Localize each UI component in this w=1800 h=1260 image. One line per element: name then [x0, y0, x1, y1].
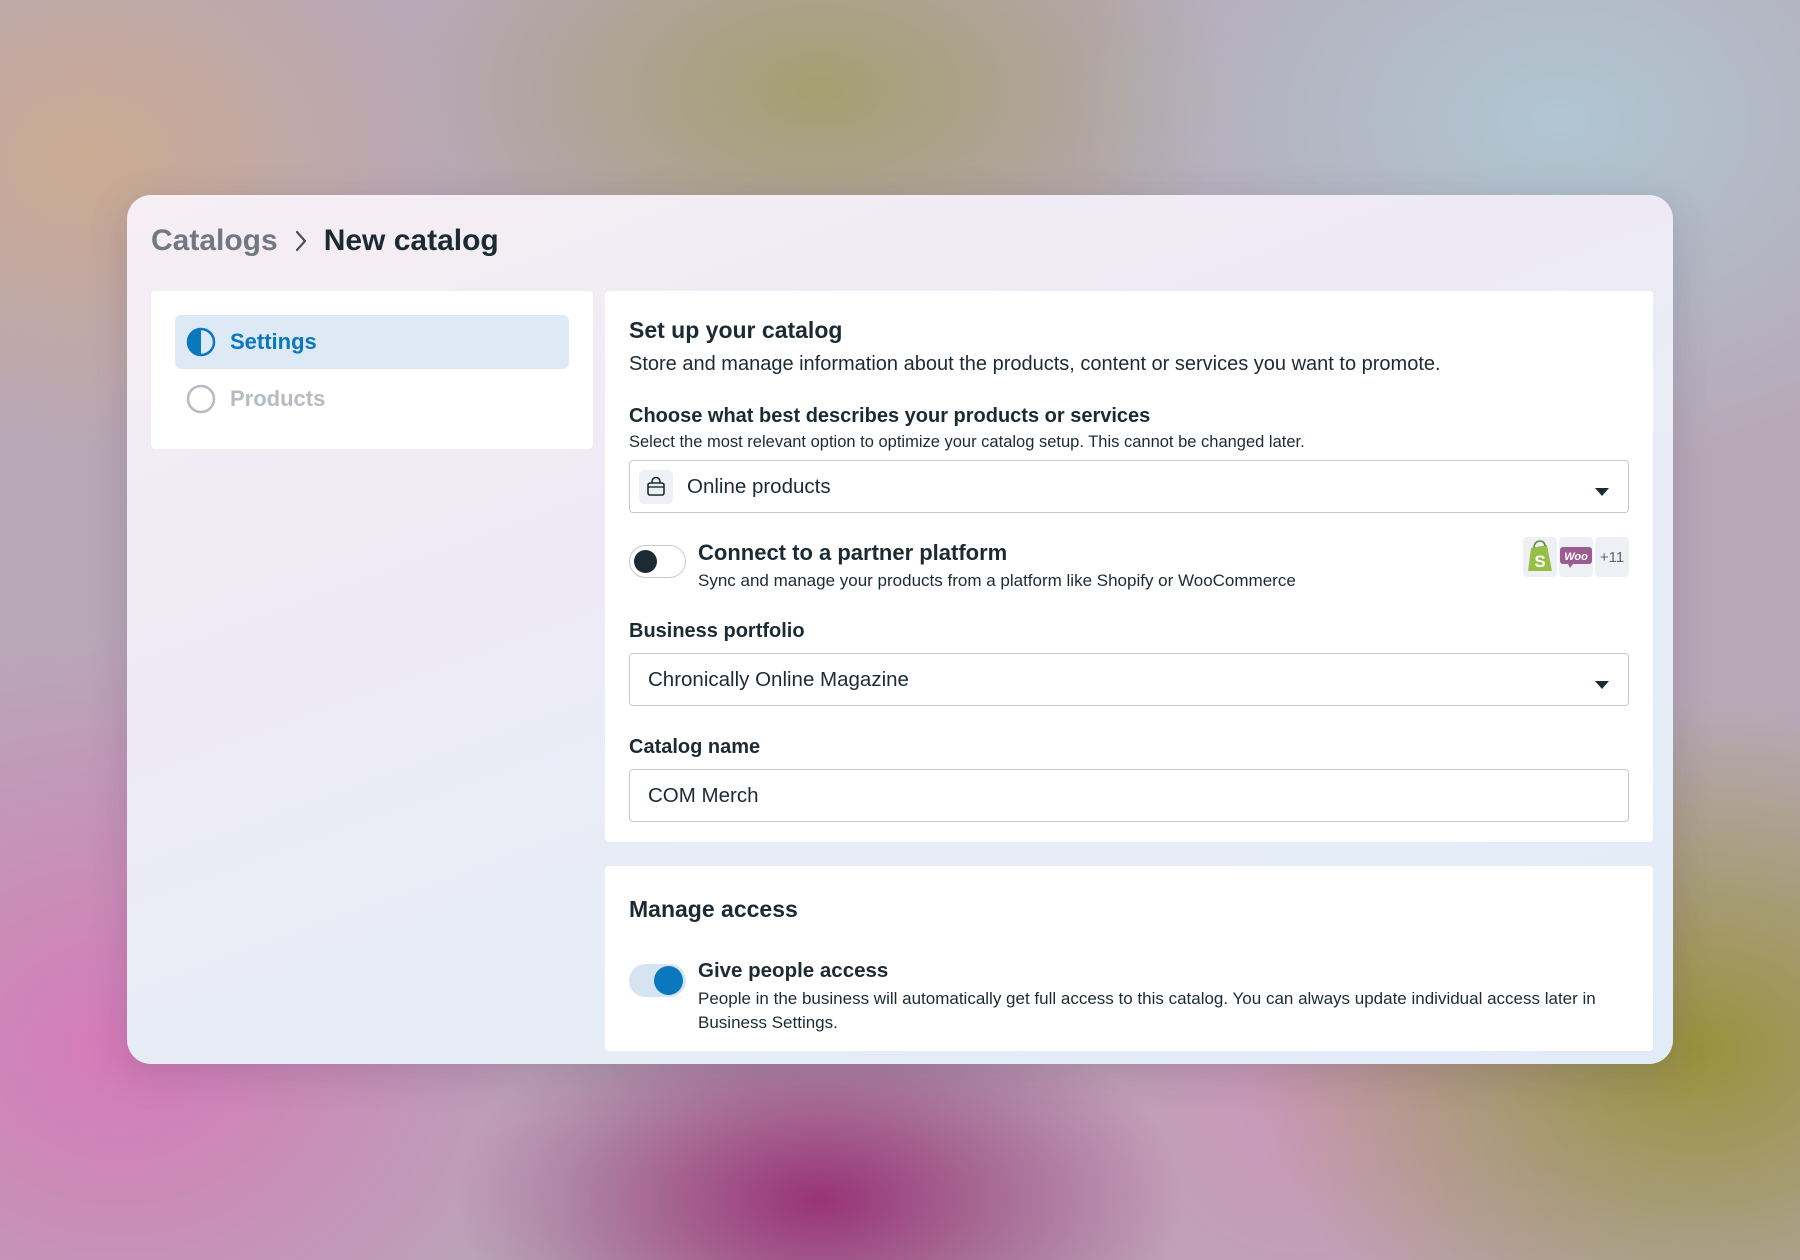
- page-title: New catalog: [323, 224, 499, 257]
- catalog-name-value: COM Merch: [648, 783, 759, 807]
- business-portfolio-select[interactable]: Chronically Online Magazine: [629, 653, 1629, 706]
- step-label: Settings: [230, 329, 317, 354]
- give-access-row: Give people access People in the busines…: [629, 957, 1629, 1035]
- breadcrumb-catalogs-link[interactable]: Catalogs: [151, 224, 278, 258]
- chevron-right-icon: [294, 229, 308, 253]
- give-access-description: People in the business will automaticall…: [698, 989, 1596, 1032]
- empty-circle-icon: [186, 384, 216, 414]
- setup-card: Set up your catalog Store and manage inf…: [605, 291, 1653, 842]
- product-type-label: Choose what best describes your products…: [629, 405, 1151, 427]
- shopify-logo-icon: S: [1523, 537, 1557, 577]
- caret-down-icon: [1594, 673, 1610, 689]
- caret-down-icon: [1594, 480, 1610, 496]
- step-label: Products: [230, 386, 326, 411]
- product-type-select[interactable]: Online products: [629, 460, 1629, 513]
- business-portfolio-value: Chronically Online Magazine: [648, 667, 909, 691]
- step-products[interactable]: Products: [175, 372, 569, 426]
- partner-platform-toggle[interactable]: [629, 545, 686, 578]
- give-access-toggle[interactable]: [629, 964, 686, 997]
- business-portfolio-label: Business portfolio: [629, 620, 805, 642]
- manage-access-card: Manage access Give people access People …: [605, 866, 1653, 1051]
- setup-description: Store and manage information about the p…: [629, 353, 1441, 375]
- manage-access-title: Manage access: [629, 896, 798, 922]
- breadcrumb: Catalogs New catalog: [151, 221, 499, 261]
- toggle-knob: [654, 966, 683, 995]
- give-access-title: Give people access: [698, 959, 889, 982]
- catalog-name-label: Catalog name: [629, 736, 761, 758]
- partner-platform-row: Connect to a partner platform Sync and m…: [629, 537, 1629, 593]
- partner-platform-title: Connect to a partner platform: [698, 540, 1008, 565]
- setup-title: Set up your catalog: [629, 317, 843, 343]
- product-type-help: Select the most relevant option to optim…: [629, 433, 1305, 451]
- half-circle-progress-icon: [186, 327, 216, 357]
- toggle-knob: [634, 550, 657, 573]
- step-settings[interactable]: Settings: [175, 315, 569, 369]
- partner-logos: S Woo +11: [1523, 537, 1629, 577]
- steps-panel: Settings Products: [151, 291, 593, 449]
- woocommerce-logo-icon: Woo: [1559, 537, 1593, 577]
- shopping-bag-icon: [639, 469, 673, 504]
- more-partners-count: +11: [1595, 537, 1629, 577]
- woo-logo-text: Woo: [1564, 551, 1588, 563]
- partner-platform-description: Sync and manage your products from a pla…: [698, 571, 1296, 590]
- product-type-value: Online products: [687, 474, 831, 498]
- catalog-setup-window: Catalogs New catalog Settings Products S…: [127, 195, 1673, 1064]
- catalog-name-input[interactable]: COM Merch: [629, 769, 1629, 822]
- svg-text:S: S: [1534, 552, 1545, 571]
